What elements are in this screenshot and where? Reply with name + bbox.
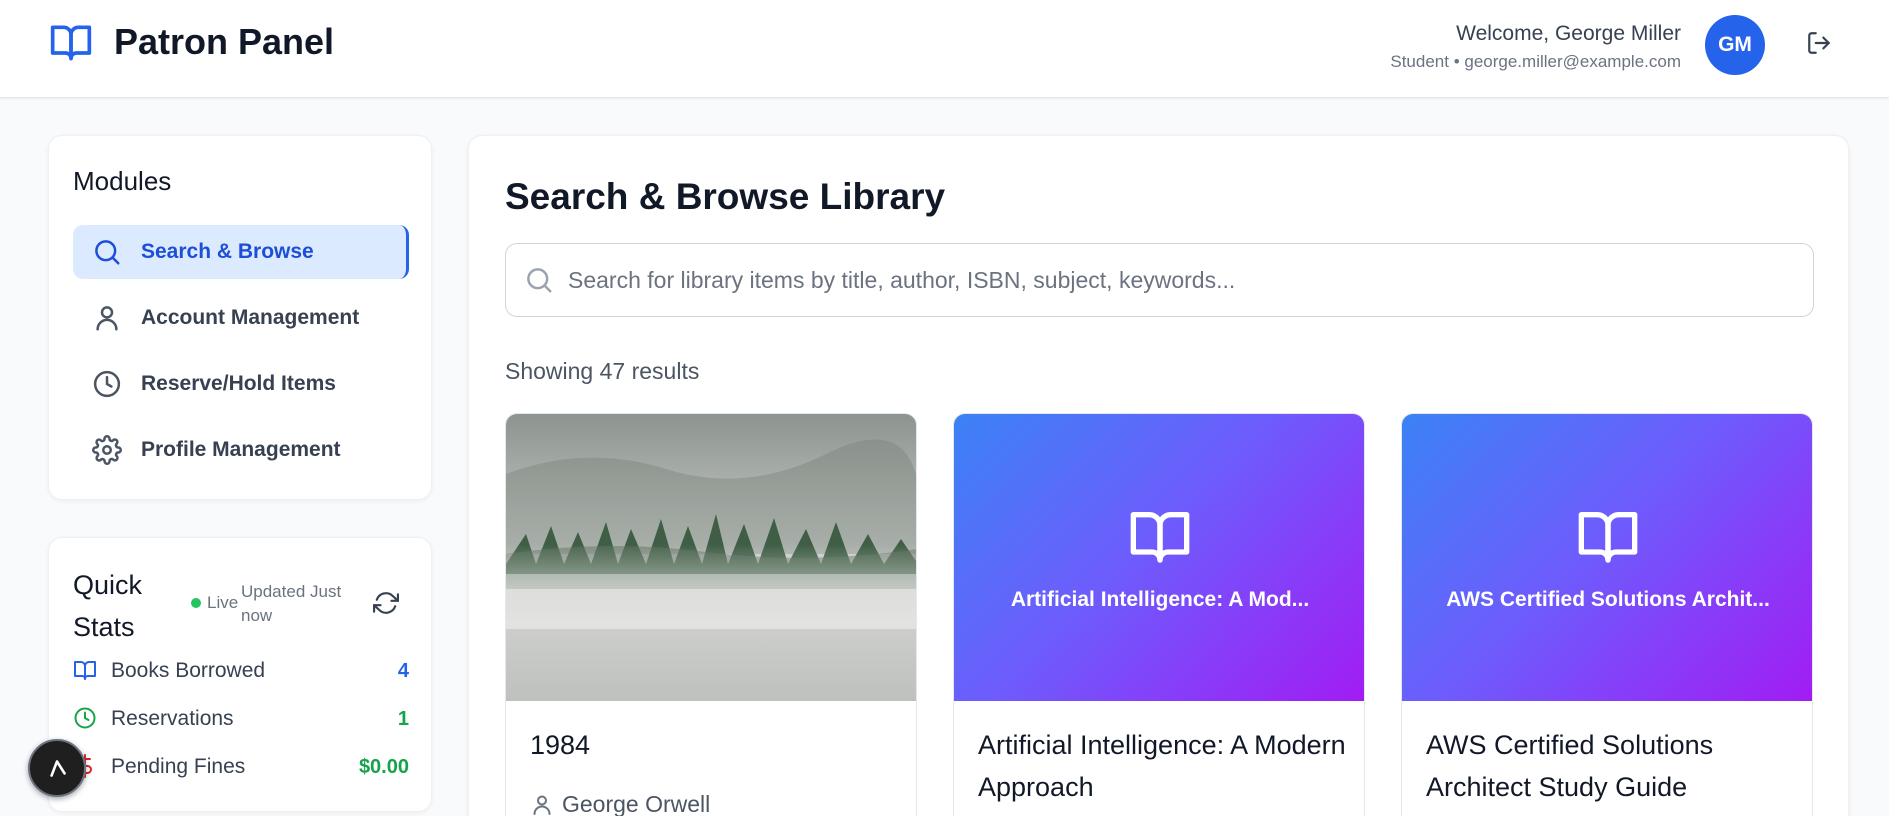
sidebar-item-search-browse[interactable]: Search & Browse	[73, 225, 409, 279]
cover-title: Artificial Intelligence: A Mod...	[1010, 588, 1310, 611]
book-open-icon	[1130, 511, 1190, 563]
brand: Patron Panel	[48, 20, 334, 64]
stat-value: 4	[397, 659, 409, 682]
stat-value: $0.00	[358, 755, 409, 778]
live-dot	[191, 598, 201, 608]
sidebar-item-label: Reserve/Hold Items	[141, 372, 336, 395]
book-icon	[73, 658, 99, 684]
user-info: Welcome, George Miller Student • george.…	[1390, 22, 1681, 72]
book-open-icon	[48, 20, 94, 64]
stat-pending-fines: Pending Fines $0.00	[73, 751, 409, 783]
modules-panel: Modules Search & Browse Account Manageme…	[48, 135, 432, 500]
book-author: George Orwell	[530, 791, 710, 816]
book-cover-image	[506, 414, 916, 701]
refresh-icon[interactable]	[373, 590, 399, 616]
search-icon	[91, 236, 123, 268]
sidebar-item-account-management[interactable]: Account Management	[73, 291, 409, 345]
clock-icon	[91, 368, 123, 400]
user-meta: Student • george.miller@example.com	[1390, 52, 1681, 71]
quick-stats-panel: Quick Stats Live Updated Just now Books …	[48, 537, 432, 812]
book-title: AWS Certified Solutions Architect Study …	[1426, 730, 1714, 802]
sidebar-item-label: Search & Browse	[141, 240, 314, 263]
search-icon	[524, 265, 554, 295]
floating-action-button[interactable]	[28, 739, 86, 797]
stat-label: Reservations	[111, 707, 234, 730]
welcome-text: Welcome, George Miller	[1456, 22, 1681, 45]
book-title: Artificial Intelligence: A Modern Approa…	[978, 730, 1346, 802]
book-open-icon	[1578, 511, 1638, 563]
app-title: Patron Panel	[114, 21, 335, 62]
stat-books-borrowed: Books Borrowed 4	[73, 655, 409, 687]
updated-label: Updated Just now	[241, 582, 342, 625]
book-author-name: George Orwell	[562, 791, 711, 816]
stat-label: Books Borrowed	[111, 659, 266, 682]
gear-icon	[91, 434, 123, 466]
user-icon	[533, 795, 551, 815]
live-label: Live	[207, 593, 239, 612]
top-header: Patron Panel Welcome, George Miller Stud…	[0, 0, 1889, 98]
modules-title: Modules	[73, 166, 172, 196]
cover-title: AWS Certified Solutions Archit...	[1446, 588, 1770, 611]
main-panel: Search & Browse Library Showing 47 resul…	[468, 135, 1849, 816]
stat-value: 1	[397, 707, 409, 730]
avatar[interactable]: GM	[1705, 15, 1765, 75]
user-icon	[91, 302, 123, 334]
cursor-icon	[50, 760, 66, 777]
stat-reservations: Reservations 1	[73, 703, 409, 735]
stat-label: Pending Fines	[111, 755, 246, 778]
book-title: 1984	[530, 730, 591, 760]
book-card[interactable]: Artificial Intelligence: A Mod... Artifi…	[953, 413, 1365, 816]
book-card[interactable]: 1984 George Orwell	[505, 413, 917, 816]
live-indicator: Live	[191, 593, 238, 613]
sidebar-item-label: Profile Management	[141, 438, 341, 461]
logout-icon[interactable]	[1806, 30, 1832, 56]
page-title: Search & Browse Library	[505, 176, 946, 217]
sidebar-item-label: Account Management	[141, 306, 360, 329]
book-card[interactable]: AWS Certified Solutions Archit... AWS Ce…	[1401, 413, 1813, 816]
clock-icon	[73, 706, 99, 732]
sidebar-item-reserve-hold[interactable]: Reserve/Hold Items	[73, 357, 409, 411]
search-field[interactable]	[505, 243, 1814, 317]
book-cover-placeholder: Artificial Intelligence: A Mod...	[954, 414, 1364, 701]
book-cover-placeholder: AWS Certified Solutions Archit...	[1402, 414, 1812, 701]
quick-stats-title: Quick Stats	[73, 570, 143, 642]
sidebar-item-profile-management[interactable]: Profile Management	[73, 423, 409, 477]
search-input[interactable]	[568, 266, 1768, 294]
result-count: Showing 47 results	[505, 358, 700, 384]
